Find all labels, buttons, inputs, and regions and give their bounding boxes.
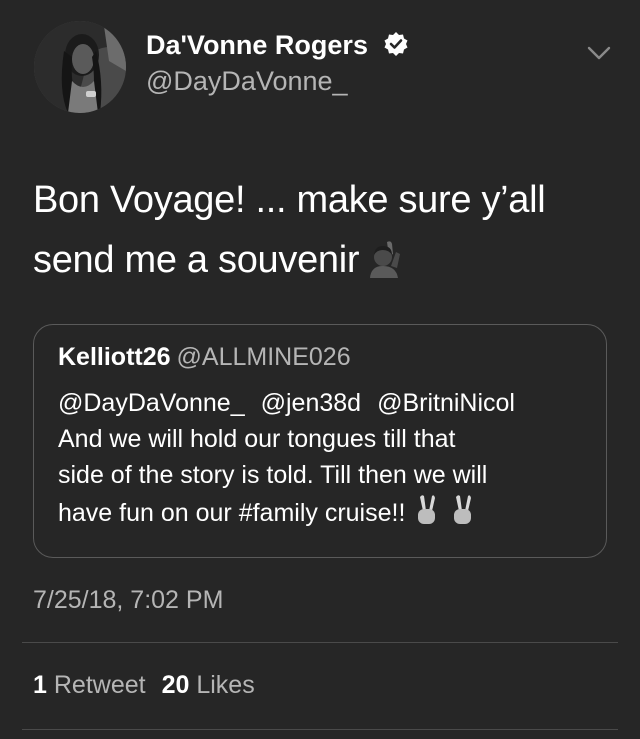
tweet-text-line: Bon Voyage! ... make sure y’all xyxy=(33,179,546,221)
mention-link[interactable]: @DayDaVonne_ xyxy=(58,389,245,417)
quoted-text-line: have fun on our #family cruise!! xyxy=(58,493,588,531)
quoted-tweet-text: @DayDaVonne_ @jen38d @BritniNicol And we w… xyxy=(58,385,588,531)
retweets-count: 1 xyxy=(33,671,47,699)
quoted-author-handle: @ALLMINE026 xyxy=(176,343,351,371)
display-name[interactable]: Da'Vonne Rogers xyxy=(146,30,409,61)
divider xyxy=(22,729,618,730)
likes-label: Likes xyxy=(196,671,255,699)
raising-hand-emoji-icon xyxy=(370,241,401,278)
quoted-author: Kelliott26 @ALLMINE026 xyxy=(58,343,351,372)
retweets-label: Retweet xyxy=(53,671,146,699)
tweet-text-fragment: send me a souvenir xyxy=(33,239,360,281)
quoted-author-name: Kelliott26 xyxy=(58,343,171,371)
likes-count-link[interactable]: 20 Likes xyxy=(162,671,255,699)
tweet-text: Bon Voyage! ... make sure y’all send me … xyxy=(33,170,613,290)
display-name-text: Da'Vonne Rogers xyxy=(146,30,368,60)
tweet-timestamp[interactable]: 7/25/18, 7:02 PM xyxy=(33,586,223,615)
divider xyxy=(22,642,618,643)
victory-hand-emoji-icon xyxy=(454,495,472,524)
tweet-stats: 1 Retweet 20 Likes xyxy=(33,671,255,700)
chevron-down-icon[interactable] xyxy=(586,40,612,66)
tweet-header: Da'Vonne Rogers @DayDaVonne_ xyxy=(0,0,640,140)
avatar-photo xyxy=(34,21,126,113)
quoted-mentions-line: @DayDaVonne_ @jen38d @BritniNicol xyxy=(58,385,588,421)
mention-link[interactable]: @BritniNicol xyxy=(377,389,515,417)
mention-link[interactable]: @jen38d xyxy=(261,389,361,417)
avatar[interactable] xyxy=(34,21,126,113)
quoted-text-fragment: have fun on our #family cruise!! xyxy=(58,499,406,527)
quoted-text-line: And we will hold our tongues till that xyxy=(58,425,456,453)
likes-count: 20 xyxy=(161,671,190,699)
verified-badge-icon xyxy=(384,32,408,56)
tweet-text-line: send me a souvenir xyxy=(33,230,613,290)
retweets-count-link[interactable]: 1 Retweet xyxy=(33,671,146,699)
victory-hand-emoji-icon xyxy=(418,495,436,524)
quoted-tweet-card[interactable]: Kelliott26 @ALLMINE026 @DayDaVonne_ @jen38… xyxy=(33,324,607,558)
author-handle[interactable]: @DayDaVonne_ xyxy=(146,66,348,97)
quoted-text-line: side of the story is told. Till then we … xyxy=(58,461,488,489)
